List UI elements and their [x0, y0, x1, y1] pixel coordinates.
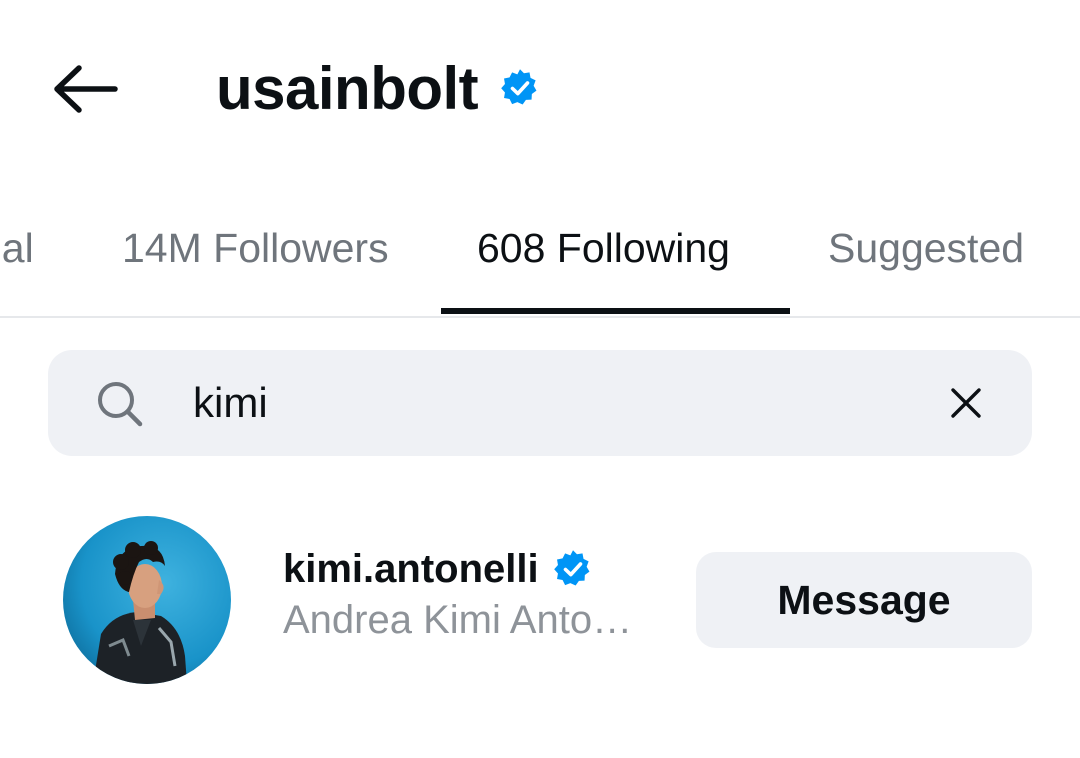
search-input[interactable] [193, 372, 893, 434]
message-button-label: Message [777, 576, 951, 623]
verified-badge-icon [553, 549, 593, 589]
tab-following[interactable]: 608 Following [477, 218, 730, 278]
search-icon [98, 382, 143, 427]
result-full-name: Andrea Kimi Antonelli [283, 598, 653, 642]
tab-mutual-label: ual [0, 224, 34, 271]
active-tab-indicator [441, 308, 790, 314]
tab-followers[interactable]: 14M Followers [122, 218, 389, 278]
following-screen: usainbolt ual 14M Followers 608 Followin… [0, 0, 1080, 758]
verified-badge-icon [500, 68, 540, 108]
clear-search-button[interactable] [938, 375, 994, 431]
avatar[interactable] [63, 516, 231, 684]
result-username[interactable]: kimi.antonelli [283, 547, 539, 592]
message-button[interactable]: Message [696, 552, 1032, 648]
tab-suggested[interactable]: Suggested [828, 218, 1024, 278]
close-icon [951, 388, 981, 418]
tab-following-label: 608 Following [477, 224, 730, 271]
header: usainbolt [216, 52, 540, 124]
tab-suggested-label: Suggested [828, 224, 1025, 271]
tab-followers-label: 14M Followers [122, 224, 389, 271]
arrow-left-icon [54, 65, 118, 113]
tab-bar: ual 14M Followers 608 Following Suggeste… [0, 200, 1080, 318]
tab-mutual[interactable]: ual [0, 218, 34, 278]
back-button[interactable] [44, 58, 124, 120]
result-username-row: kimi.antonelli [283, 540, 593, 598]
page-title: usainbolt [216, 54, 479, 122]
